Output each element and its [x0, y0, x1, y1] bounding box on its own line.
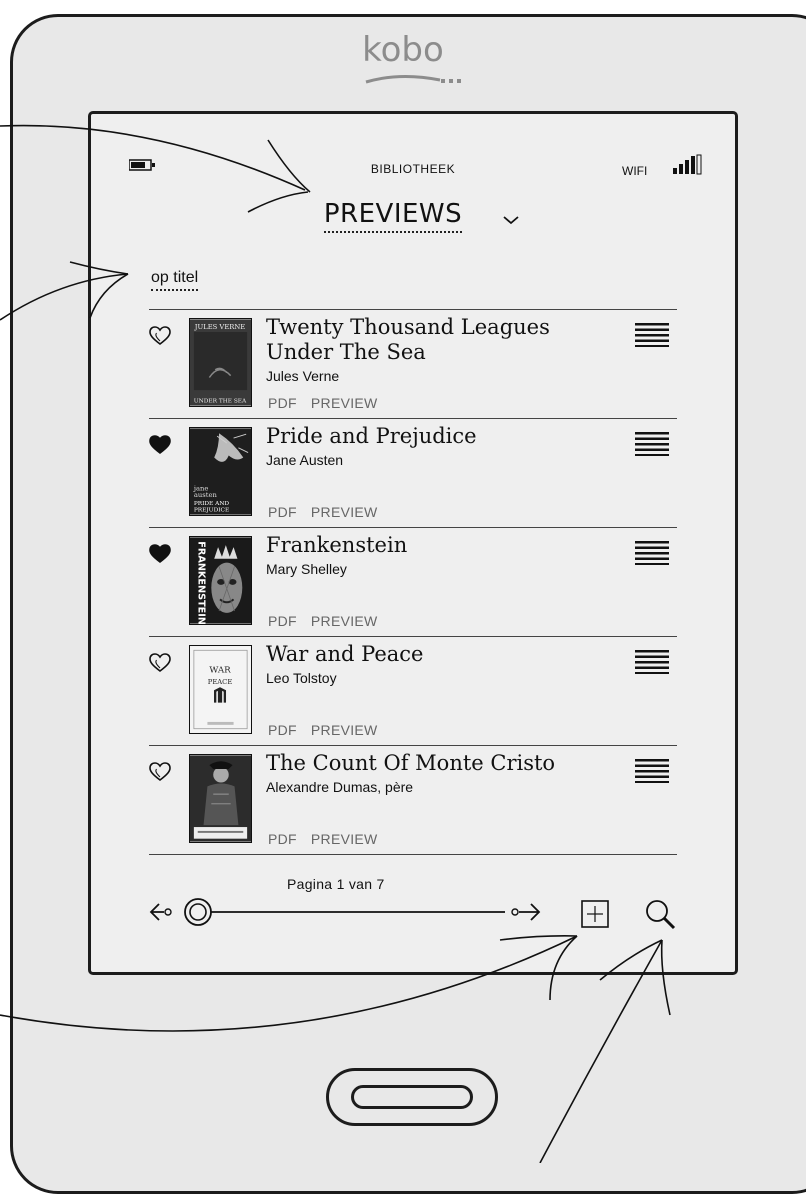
book-menu-icon[interactable]: [635, 650, 669, 674]
book-author: Jules Verne: [266, 368, 340, 384]
book-tags: PDF PREVIEW: [268, 722, 378, 738]
book-tags: PDF PREVIEW: [268, 831, 378, 847]
book-author: Alexandre Dumas, père: [266, 779, 414, 795]
svg-text:austen: austen: [194, 491, 218, 499]
book-row[interactable]: WAR PEACE War and Peace Leo Tolstoy PDF P…: [149, 637, 677, 746]
favorite-heart-filled-icon[interactable]: [149, 544, 171, 564]
favorite-heart-outline-icon[interactable]: [149, 326, 171, 346]
book-menu-icon[interactable]: [635, 541, 669, 565]
book-tags: PDF PREVIEW: [268, 504, 378, 520]
book-menu-icon[interactable]: [635, 432, 669, 456]
chevron-down-icon[interactable]: [503, 215, 519, 225]
home-button-inner: [351, 1085, 473, 1109]
book-menu-icon[interactable]: [635, 323, 669, 347]
status-tag: PREVIEW: [310, 395, 378, 411]
home-button[interactable]: [326, 1068, 498, 1126]
book-title-line: Pride and Prejudice: [266, 424, 477, 448]
slider-thumb[interactable]: [184, 898, 212, 926]
sort-dropdown[interactable]: op titel: [151, 269, 199, 291]
brand-logo-text: kobo: [362, 30, 444, 70]
book-row[interactable]: FRANKENSTEIN Frankenstein Mary Shelley P…: [149, 528, 677, 637]
format-tag: PDF: [268, 831, 297, 847]
book-title[interactable]: War and Peace: [266, 642, 566, 667]
favorite-heart-outline-icon[interactable]: [149, 762, 171, 782]
collection-title[interactable]: PREVIEWS: [323, 199, 463, 233]
format-tag: PDF: [268, 395, 297, 411]
book-cover[interactable]: WAR PEACE: [189, 645, 252, 734]
svg-text:JULES VERNE: JULES VERNE: [194, 323, 245, 331]
book-cover[interactable]: jane austen PRIDE AND PREJUDICE: [189, 427, 252, 516]
book-title-line: Frankenstein: [266, 533, 408, 557]
book-author: Jane Austen: [266, 452, 344, 468]
status-tag: PREVIEW: [310, 722, 378, 738]
book-list: JULES VERNE UNDER THE SEA Twenty Thousan…: [149, 309, 677, 855]
screen: BIBLIOTHEEK WIFI PREVIEWS op titel JULES…: [88, 111, 738, 975]
book-title-line: War and Peace: [266, 642, 424, 666]
format-tag: PDF: [268, 504, 297, 520]
book-title-line: The Count Of Monte Cristo: [266, 751, 556, 775]
format-tag: PDF: [268, 613, 297, 629]
svg-text:UNDER THE SEA: UNDER THE SEA: [194, 399, 247, 405]
page-slider[interactable]: [147, 898, 547, 926]
kobo-logo: kobo: [0, 30, 806, 84]
wifi-label: WIFI: [622, 164, 648, 178]
book-author: Leo Tolstoy: [266, 670, 337, 686]
svg-text:WAR: WAR: [209, 666, 231, 676]
book-cover[interactable]: FRANKENSTEIN: [189, 536, 252, 625]
status-tag: PREVIEW: [310, 613, 378, 629]
book-menu-icon[interactable]: [635, 759, 669, 783]
book-row[interactable]: jane austen PRIDE AND PREJUDICE Pride an…: [149, 419, 677, 528]
book-tags: PDF PREVIEW: [268, 395, 378, 411]
status-tag: PREVIEW: [310, 504, 378, 520]
book-row[interactable]: JULES VERNE UNDER THE SEA Twenty Thousan…: [149, 310, 677, 419]
arrow-right-icon[interactable]: [511, 903, 541, 921]
book-title-line: Under The Sea: [266, 340, 426, 364]
grid-view-icon[interactable]: [580, 899, 610, 929]
svg-text:FRANKENSTEIN: FRANKENSTEIN: [196, 541, 207, 625]
logo-swoosh-icon: [365, 74, 461, 84]
favorite-heart-filled-icon[interactable]: [149, 435, 171, 455]
svg-text:PRIDE AND: PRIDE AND: [194, 501, 230, 507]
favorite-heart-outline-icon[interactable]: [149, 653, 171, 673]
book-title[interactable]: Frankenstein: [266, 533, 566, 558]
signal-bars-icon: [673, 154, 702, 175]
book-row[interactable]: The Count Of Monte Cristo Alexandre Duma…: [149, 746, 677, 855]
format-tag: PDF: [268, 722, 297, 738]
status-tag: PREVIEW: [310, 831, 378, 847]
svg-text:PEACE: PEACE: [208, 678, 233, 686]
search-icon[interactable]: [644, 898, 676, 930]
book-title-line: Twenty Thousand Leagues: [266, 315, 550, 339]
book-cover[interactable]: JULES VERNE UNDER THE SEA: [189, 318, 252, 407]
book-tags: PDF PREVIEW: [268, 613, 378, 629]
book-author: Mary Shelley: [266, 561, 347, 577]
svg-text:PREJUDICE: PREJUDICE: [194, 508, 229, 514]
book-title[interactable]: The Count Of Monte Cristo: [266, 751, 566, 776]
collection-selector[interactable]: PREVIEWS: [91, 199, 735, 233]
book-title[interactable]: Pride and Prejudice: [266, 424, 566, 449]
page-indicator: Pagina 1 van 7: [287, 876, 385, 892]
arrow-left-icon[interactable]: [149, 903, 172, 921]
book-title[interactable]: Twenty Thousand Leagues Under The Sea: [266, 315, 566, 365]
book-cover[interactable]: [189, 754, 252, 843]
